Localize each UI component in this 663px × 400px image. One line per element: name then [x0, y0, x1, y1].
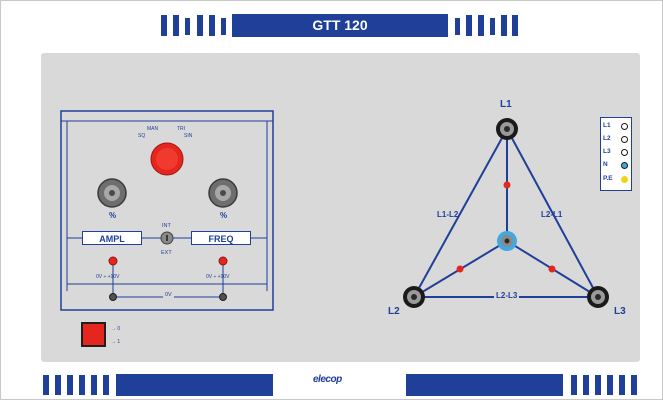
terminal-l2-center [411, 294, 417, 300]
legend-label-l3: L3 [603, 148, 611, 155]
edge-label-l2-l1: L2-L1 [541, 210, 563, 219]
terminal-legend: L1 L2 L3 N P.E [600, 117, 632, 191]
freq-knob-center [220, 190, 226, 196]
ampl-label-box: AMPL [82, 231, 142, 245]
node-label-l1: L1 [500, 99, 512, 110]
legend-label-l1: L1 [603, 122, 611, 129]
freq-knob-caption: % [220, 211, 228, 220]
switch-label-top: → 0 [111, 326, 121, 332]
freq-led [218, 256, 228, 266]
legend-terminal-black-icon [621, 149, 628, 156]
edge-label-l2-l3: L2-L3 [494, 291, 520, 300]
node-label-l2: L2 [388, 306, 400, 317]
ampl-output-jack [109, 293, 117, 301]
ampl-range-label: 0V ÷ +10V [96, 274, 120, 280]
label-sq: SQ [138, 133, 146, 139]
label-tri: TRI [177, 126, 186, 132]
terminal-l1-center [504, 126, 510, 132]
ampl-led [108, 256, 118, 266]
legend-terminal-blue-icon [621, 162, 628, 169]
midpoint-dot-l3 [548, 265, 556, 273]
waveform-selector-knob-cap [156, 148, 178, 170]
ext-label: EXT [161, 250, 172, 256]
edge-label-l1-l2: L1-L2 [437, 210, 459, 219]
legend-terminal-yellow-icon [621, 176, 628, 183]
legend-label-l2: L2 [603, 135, 611, 142]
ampl-knob-caption: % [109, 211, 117, 220]
gtt120-panel-screen: GTT 120 elecop MAN TRI SQ SIN % % AMPL F… [0, 0, 663, 400]
node-label-l3: L3 [614, 306, 626, 317]
terminal-l3-center [595, 294, 601, 300]
zero-volt-label: 0V [163, 292, 174, 298]
legend-label-n: N [603, 161, 608, 168]
output-switch-button[interactable] [81, 322, 106, 347]
switch-label-bottom: → 1 [111, 339, 121, 345]
freq-range-label: 0V ÷ +10V [206, 274, 230, 280]
legend-terminal-black-icon [621, 136, 628, 143]
legend-label-pe: P.E [603, 175, 613, 182]
midpoint-dot-l1 [503, 181, 511, 189]
int-label: INT [162, 223, 171, 229]
generator-frame [60, 110, 274, 311]
legend-terminal-black-icon [621, 123, 628, 130]
label-man: MAN [147, 126, 159, 132]
freq-label-box: FREQ [191, 231, 251, 245]
ampl-knob-center [109, 190, 115, 196]
freq-output-jack [219, 293, 227, 301]
midpoint-dot-l2 [456, 265, 464, 273]
terminal-neutral-center [504, 238, 510, 244]
label-sin: SIN [184, 133, 193, 139]
